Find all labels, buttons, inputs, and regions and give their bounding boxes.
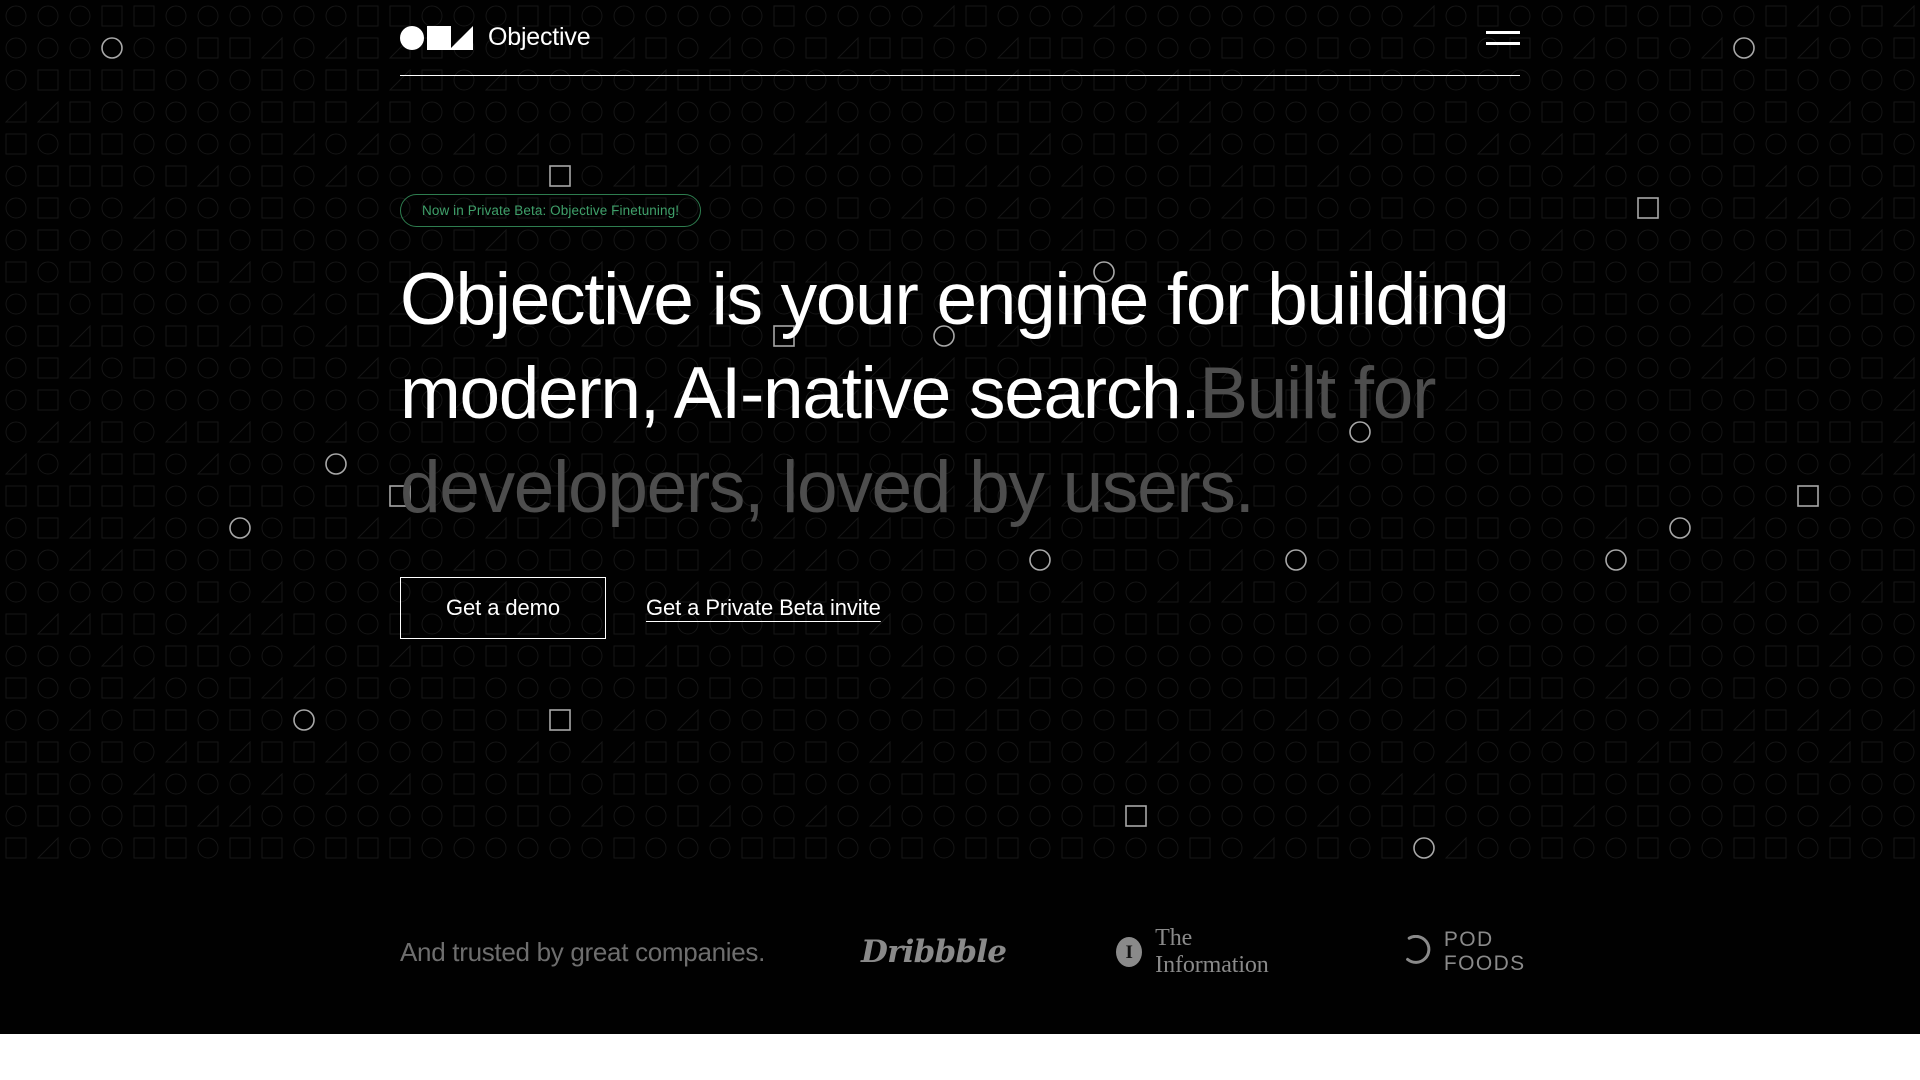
trusted-by-bar: And trusted by great companies. Dribbble…	[400, 925, 1560, 979]
objective-logo-icon	[400, 25, 473, 51]
pod-foods-logo[interactable]: POD FOODS	[1401, 928, 1560, 976]
partner-logos: Dribbble I The Information POD FOODS	[765, 925, 1560, 979]
dribbble-wordmark[interactable]: Dribbble	[861, 934, 1007, 970]
top-navigation: Objective	[400, 0, 1520, 76]
the-information-i-icon: I	[1116, 937, 1143, 967]
cta-row: Get a demo Get a Private Beta invite	[400, 577, 1560, 640]
menu-bar-bottom	[1486, 41, 1520, 45]
page-root: Objective Now in Private Beta: Objective…	[0, 0, 1920, 1080]
private-beta-badge[interactable]: Now in Private Beta: Objective Finetunin…	[400, 194, 702, 227]
brand-name: Objective	[488, 23, 591, 51]
the-information-logo[interactable]: I The Information	[1116, 925, 1291, 979]
get-private-beta-invite-link[interactable]: Get a Private Beta invite	[646, 595, 881, 621]
pod-foods-arc-icon	[1401, 934, 1431, 970]
page-title: Objective is your engine for building mo…	[400, 253, 1530, 535]
brand[interactable]: Objective	[400, 23, 591, 51]
the-information-label: The Information	[1155, 925, 1269, 978]
trusted-by-label: And trusted by great companies.	[400, 936, 766, 967]
private-beta-badge-label: Now in Private Beta: Objective Finetunin…	[422, 203, 680, 218]
hero-canvas: Objective Now in Private Beta: Objective…	[0, 0, 1920, 1034]
get-a-demo-button[interactable]: Get a demo	[400, 577, 606, 640]
hero-section: Now in Private Beta: Objective Finetunin…	[400, 76, 1560, 640]
menu-bar-top	[1486, 30, 1520, 34]
hamburger-menu-icon[interactable]	[1486, 27, 1520, 49]
pod-foods-label: POD FOODS	[1443, 928, 1526, 975]
dribbble-label: Dribbble	[861, 934, 1007, 970]
